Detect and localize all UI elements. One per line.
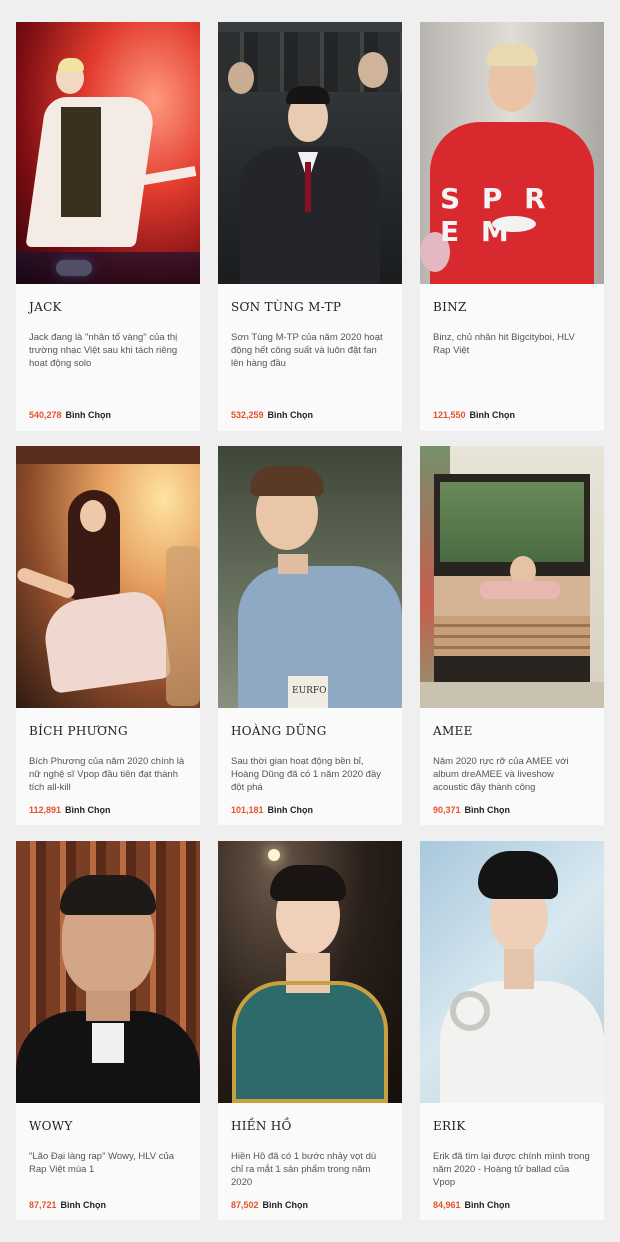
artist-card-binz[interactable]: S P R E M BINZ Binz, chủ nhân hit Bigcit… (420, 22, 604, 431)
artist-description: "Lão Đại làng rap" Wowy, HLV của Rap Việ… (29, 1151, 175, 1176)
artist-description: Bích Phương của năm 2020 chính là nữ ngh… (29, 756, 185, 794)
hien-ho-photo (218, 841, 402, 1103)
artist-name: JACK (29, 300, 62, 314)
artist-description: Năm 2020 rực rỡ của AMEE với album dreAM… (433, 756, 569, 794)
vote-count: 84,961 Bình Chọn (433, 1200, 511, 1210)
artist-description: Sau thời gian hoạt động bền bỉ, Hoàng Dũ… (231, 756, 381, 794)
bich-phuong-photo (16, 446, 200, 708)
artist-name: BINZ (433, 300, 467, 314)
amee-photo (420, 446, 604, 708)
vote-count: 87,721 Bình Chọn (29, 1200, 107, 1210)
vote-count: 532,259 Bình Chọn (231, 410, 314, 420)
wowy-photo (16, 841, 200, 1103)
jack-photo (16, 22, 200, 284)
artist-card-erik[interactable]: ERIK Erik đã tìm lại được chính mình tro… (420, 841, 604, 1220)
artist-description: Binz, chủ nhân hit Bigcityboi, HLV Rap V… (433, 332, 575, 357)
artist-name: SƠN TÙNG M-TP (231, 300, 342, 314)
artist-card-son-tung[interactable]: SƠN TÙNG M-TP Sơn Tùng M-TP của năm 2020… (218, 22, 402, 431)
artist-name: HOÀNG DŨNG (231, 724, 327, 738)
vote-count: 87,502 Bình Chọn (231, 1200, 309, 1210)
vote-count: 112,891 Bình Chọn (29, 805, 111, 815)
vote-count: 540,278 Bình Chọn (29, 410, 112, 420)
artist-card-wowy[interactable]: WOWY "Lão Đại làng rap" Wowy, HLV của Ra… (16, 841, 200, 1220)
artist-card-amee[interactable]: AMEE Năm 2020 rực rỡ của AMEE với album … (420, 446, 604, 825)
artist-card-bich-phuong[interactable]: BÍCH PHƯƠNG Bích Phương của năm 2020 chí… (16, 446, 200, 825)
binz-photo: S P R E M (420, 22, 604, 284)
artist-name: BÍCH PHƯƠNG (29, 724, 128, 738)
artist-name: AMEE (433, 724, 473, 738)
artist-description: Sơn Tùng M-TP của năm 2020 hoạt động hết… (231, 332, 383, 370)
vote-count: 90,371 Bình Chọn (433, 805, 511, 815)
erik-photo (420, 841, 604, 1103)
artist-card-hoang-dung[interactable]: EURFO HOÀNG DŨNG Sau thời gian hoạt động… (218, 446, 402, 825)
artist-card-jack[interactable]: JACK Jack đang là "nhân tố vàng" của thị… (16, 22, 200, 431)
vote-count: 101,181 Bình Chọn (231, 805, 314, 815)
artist-name: ERIK (433, 1119, 466, 1133)
hoang-dung-photo: EURFO (218, 446, 402, 708)
artist-name: WOWY (29, 1119, 73, 1133)
artist-description: Jack đang là "nhân tố vàng" của thị trườ… (29, 332, 178, 370)
artist-description: Hiền Hồ đã có 1 bước nhảy vọt dù chỉ ra … (231, 1151, 377, 1189)
artist-name: HIỀN HỒ (231, 1119, 292, 1133)
vote-count: 121,550 Bình Chọn (433, 410, 516, 420)
son-tung-photo (218, 22, 402, 284)
artist-description: Erik đã tìm lại được chính mình trong nă… (433, 1151, 590, 1189)
artist-card-hien-ho[interactable]: HIỀN HỒ Hiền Hồ đã có 1 bước nhảy vọt dù… (218, 841, 402, 1220)
